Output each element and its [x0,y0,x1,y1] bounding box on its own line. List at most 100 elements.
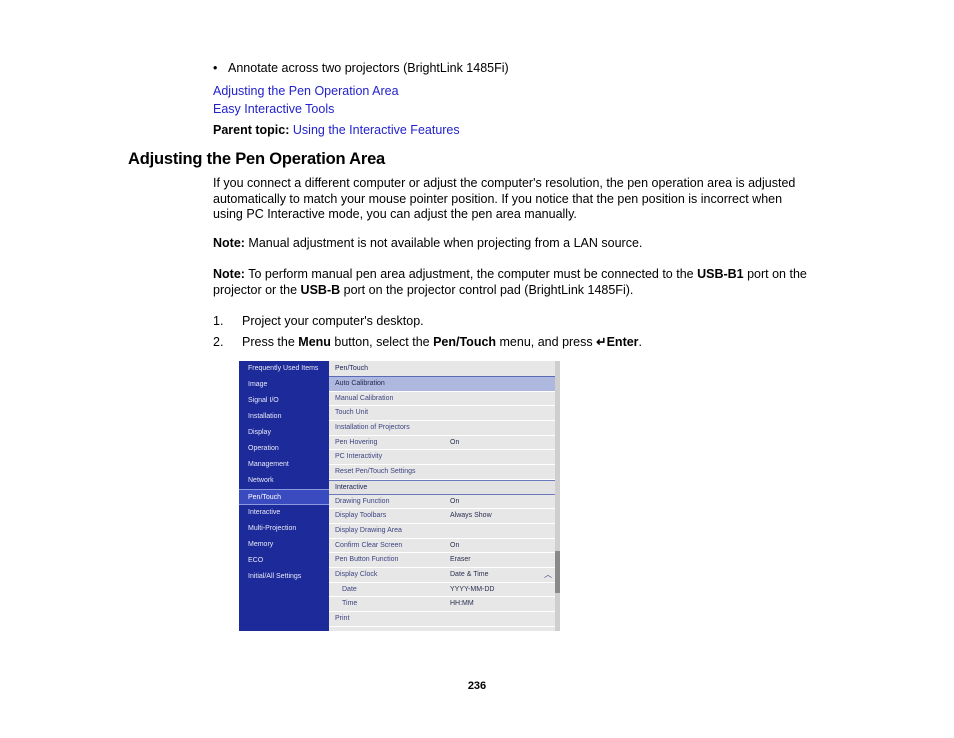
osd-row-label: Display Clock [335,570,378,578]
osd-sidebar-item[interactable]: Pen/Touch [239,489,329,505]
bullet-text: Annotate across two projectors (BrightLi… [228,61,509,75]
osd-menu-row[interactable]: PC Interactivity [329,450,560,466]
note-usb-b1: USB-B1 [697,267,744,281]
osd-menu-row[interactable]: Confirm Clear Screen On [329,538,560,554]
osd-section-header: Interactive [329,479,560,495]
link-adjusting-the-pen-operation-area[interactable]: Adjusting the Pen Operation Area [213,83,399,100]
chevron-up-icon[interactable]: ︿ [544,568,552,583]
osd-sidebar-item-label: Initial/All Settings [248,573,302,580]
osd-row-label: Drawing Function [335,497,390,505]
bullet-list-item: • Annotate across two projectors (Bright… [213,60,833,77]
link-easy-interactive-tools[interactable]: Easy Interactive Tools [213,101,334,118]
osd-menu-row[interactable]: Time HH:MM [329,597,560,612]
osd-sidebar-item[interactable]: Signal I/O [239,393,329,409]
osd-menu-row[interactable]: Pen Button Function Eraser [329,553,560,568]
osd-sidebar-item-label: Management [248,461,289,468]
osd-sidebar-item[interactable]: Memory [239,537,329,553]
note-lan-source: Note: Manual adjustment is not available… [213,236,833,252]
osd-row-label: Display Toolbars [335,512,387,520]
pen-touch-keyword: Pen/Touch [433,335,497,349]
osd-menu-row[interactable]: Touch Unit [329,406,560,422]
osd-row-label: Touch Unit [335,409,369,417]
parent-topic: Parent topic: Using the Interactive Feat… [213,122,460,139]
osd-sidebar-item[interactable]: Management [239,457,329,473]
osd-row-label: Reset Pen/Touch Settings [335,468,416,476]
osd-sidebar-item[interactable]: Network [239,473,329,489]
osd-sidebar-item-label: Display [248,429,271,436]
osd-panel-title: Pen/Touch [329,361,560,377]
note-usb-b: USB-B [300,282,341,297]
osd-row-value: HH:MM [450,600,474,608]
step-number: 1. [213,314,224,328]
osd-row-label: Confirm Clear Screen [335,541,403,549]
osd-sidebar-item[interactable]: Display [239,425,329,441]
osd-row-label: PC Interactivity [335,453,383,461]
osd-sidebar-item[interactable]: Image [239,377,329,393]
osd-row-value: Eraser [450,556,471,564]
osd-sidebar-item[interactable]: Initial/All Settings [239,569,329,585]
osd-row-label: Pen Hovering [335,438,378,446]
step-text-suffix: . [638,335,643,349]
osd-panel: Pen/Touch Auto Calibration Manual Calibra… [329,361,560,631]
osd-sidebar-item-label: Network [248,477,274,484]
note-usb-port: Note: To perform manual pen area adjustm… [213,267,838,298]
osd-row-value: On [450,438,460,446]
osd-row-label: Display Drawing Area [335,526,402,534]
osd-sidebar-item-label: Operation [248,445,279,452]
projector-osd-screenshot: Frequently Used Items Image Signal I/O Inst… [239,361,560,631]
osd-menu-row[interactable]: Display Toolbars Always Show [329,509,560,524]
note-text-part1: To perform manual pen area adjustment, t… [244,267,698,281]
osd-menu-row[interactable]: Reset Pen/Touch Settings [329,465,560,480]
osd-sidebar-item[interactable]: Multi-Projection [239,521,329,537]
osd-sidebar-item[interactable]: Operation [239,441,329,457]
osd-sidebar-item-label: Frequently Used Items [248,365,319,372]
osd-scrollbar-thumb[interactable] [555,551,560,593]
bullet-marker: • [213,61,218,75]
osd-sidebar-item[interactable]: Interactive [239,505,329,521]
osd-menu-row[interactable]: Pen Hovering On [329,435,560,451]
osd-menu-row[interactable]: Drawing Function On [329,494,560,510]
osd-menu-row[interactable]: Manual Calibration [329,391,560,407]
enter-return-icon: ↵ [596,335,607,349]
osd-row-value: On [450,497,460,505]
osd-sidebar-item-label: Pen/Touch [248,494,282,501]
enter-keyword: Enter [606,335,639,349]
page-title: Adjusting the Pen Operation Area [128,150,386,168]
osd-menu-row[interactable]: Date YYYY-MM-DD [329,582,560,598]
osd-sidebar-item-label: Installation [248,413,282,420]
note-label: Note: [213,236,245,250]
osd-row-label: Auto Calibration [335,380,385,387]
osd-sidebar-item-label: Signal I/O [248,397,279,404]
step-text-mid2: menu, and press [496,335,597,349]
osd-menu-row[interactable]: Auto Calibration [329,377,560,392]
osd-row-label: Date [342,585,357,593]
osd-row-value: Always Show [450,512,492,520]
osd-row-label: Manual Calibration [335,394,394,402]
osd-row-value: Date & Time [450,570,489,578]
osd-row-label: Time [342,600,358,608]
step-1: 1. Project your computer's desktop. [213,313,833,329]
osd-sidebar-item-label: Image [248,381,268,388]
parent-topic-link[interactable]: Using the Interactive Features [293,123,460,137]
osd-menu-row[interactable]: Installation of Projectors [329,421,560,436]
osd-sidebar-item[interactable]: Frequently Used Items [239,361,329,377]
osd-menu-row[interactable]: Display Drawing Area [329,523,560,539]
section-paragraph: If you connect a different computer or a… [213,176,796,221]
parent-topic-label: Parent topic: [213,123,290,137]
osd-sidebar: Frequently Used Items Image Signal I/O Inst… [239,361,329,631]
step-number: 2. [213,335,224,349]
step-text: Project your computer's desktop. [242,314,424,328]
document-page: • Annotate across two projectors (Bright… [0,0,954,738]
note-text-part3: port on the projector control pad (Brigh… [340,282,634,297]
osd-scrollbar-track[interactable] [555,361,560,631]
osd-sidebar-item[interactable]: ECO [239,553,329,569]
osd-row-value: On [450,541,460,549]
step-text-prefix: Press the [242,335,299,349]
osd-row-label: Print [335,615,350,622]
osd-menu-row[interactable]: Display Clock Date & Time ︿ [329,567,560,583]
step-text-mid1: button, select the [330,335,434,349]
osd-sidebar-item[interactable]: Installation [239,409,329,425]
osd-menu-row[interactable]: Print [329,612,560,627]
menu-button-keyword: Menu [298,335,331,349]
osd-row-label: Interactive [335,483,368,491]
